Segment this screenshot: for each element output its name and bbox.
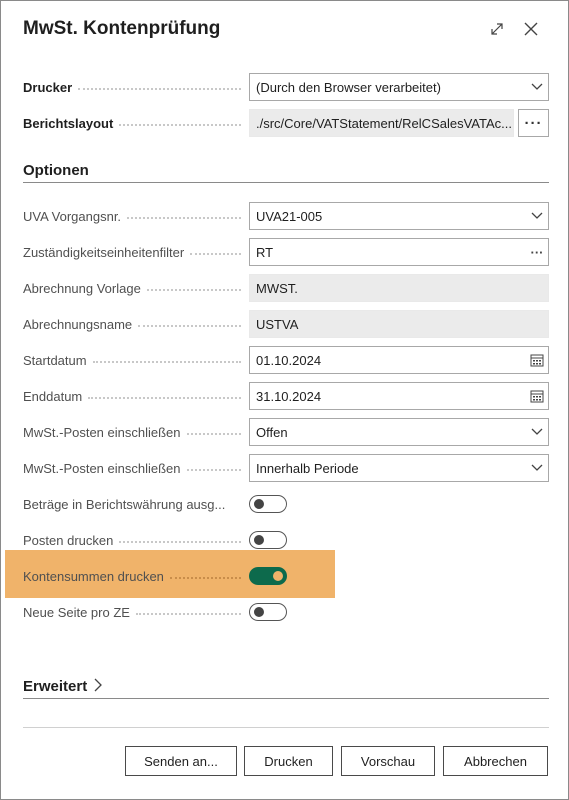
- end-date-input[interactable]: 31.10.2024: [249, 382, 549, 410]
- expand-icon[interactable]: [485, 17, 509, 41]
- statement-template-value: MWST.: [256, 280, 298, 296]
- footer-divider: [23, 727, 549, 728]
- uva-row: UVA Vorgangsnr. UVA21-005: [23, 202, 549, 230]
- printer-select[interactable]: (Durch den Browser verarbeitet): [249, 73, 549, 101]
- chevron-down-icon: [526, 455, 548, 481]
- preview-button[interactable]: Vorschau: [341, 746, 435, 776]
- statement-name-field: USTVA: [249, 310, 549, 338]
- cancel-button[interactable]: Abbrechen: [443, 746, 548, 776]
- end-date-label: Enddatum: [23, 382, 245, 410]
- chevron-down-icon: [526, 74, 548, 100]
- printer-label: Drucker: [23, 73, 245, 101]
- start-date-row: Startdatum 01.10.2024: [23, 346, 549, 374]
- print-account-totals-label: Kontensummen drucken: [23, 562, 245, 590]
- section-advanced-divider: [23, 698, 549, 699]
- printer-row: Drucker (Durch den Browser verarbeitet): [23, 73, 549, 101]
- report-layout-field: ./src/Core/VATStatement/RelCSalesVATAc..…: [249, 109, 514, 137]
- vat-entries-status-row: MwSt.-Posten einschließen Offen: [23, 418, 549, 446]
- vat-entries-period-label: MwSt.-Posten einschließen: [23, 454, 245, 482]
- uva-value: UVA21-005: [256, 208, 323, 224]
- report-layout-value: ./src/Core/VATStatement/RelCSalesVATAc..…: [256, 115, 512, 131]
- vat-entries-status-label: MwSt.-Posten einschließen: [23, 418, 245, 446]
- toggle-knob: [254, 535, 264, 545]
- ellipsis-icon[interactable]: ···: [526, 239, 548, 265]
- section-advanced-title: Erweitert: [23, 678, 88, 695]
- toggle-knob: [273, 571, 283, 581]
- uva-label: UVA Vorgangsnr.: [23, 202, 245, 230]
- statement-name-value: USTVA: [256, 316, 299, 332]
- toggle-knob: [254, 499, 264, 509]
- amounts-reporting-currency-toggle[interactable]: [249, 495, 287, 513]
- report-request-dialog: MwSt. Kontenprüfung Drucker (Durch den B…: [0, 0, 569, 800]
- amounts-reporting-currency-label: Beträge in Berichtswährung ausg...: [23, 496, 226, 512]
- jurisdiction-value: RT: [256, 244, 274, 260]
- jurisdiction-input[interactable]: RT ···: [249, 238, 549, 266]
- new-page-per-unit-toggle[interactable]: [249, 603, 287, 621]
- print-account-totals-toggle[interactable]: [249, 567, 287, 585]
- statement-name-label: Abrechnungsname: [23, 310, 245, 338]
- chevron-down-icon: [526, 419, 548, 445]
- report-layout-more-button[interactable]: ···: [518, 109, 549, 137]
- dialog-title: MwSt. Kontenprüfung: [23, 18, 221, 39]
- start-date-value: 01.10.2024: [256, 352, 322, 368]
- chevron-right-icon: [93, 678, 103, 696]
- print-entries-toggle[interactable]: [249, 531, 287, 549]
- calendar-icon[interactable]: [526, 347, 548, 373]
- print-button[interactable]: Drucken: [244, 746, 333, 776]
- start-date-label: Startdatum: [23, 346, 245, 374]
- close-icon[interactable]: [519, 17, 543, 41]
- section-options[interactable]: Optionen: [23, 162, 549, 179]
- end-date-row: Enddatum 31.10.2024: [23, 382, 549, 410]
- toggle-knob: [254, 607, 264, 617]
- calendar-icon[interactable]: [526, 383, 548, 409]
- statement-template-label: Abrechnung Vorlage: [23, 274, 245, 302]
- statement-template-row: Abrechnung Vorlage MWST.: [23, 274, 549, 302]
- vat-entries-status-value: Offen: [256, 424, 288, 440]
- new-page-per-unit-row: Neue Seite pro ZE: [23, 598, 549, 626]
- start-date-input[interactable]: 01.10.2024: [249, 346, 549, 374]
- section-options-divider: [23, 182, 549, 183]
- report-layout-row: Berichtslayout ./src/Core/VATStatement/R…: [23, 109, 549, 137]
- statement-name-row: Abrechnungsname USTVA: [23, 310, 549, 338]
- jurisdiction-label: Zuständigkeitseinheitenfilter: [23, 238, 245, 266]
- printer-value: (Durch den Browser verarbeitet): [256, 79, 441, 95]
- vat-entries-period-row: MwSt.-Posten einschließen Innerhalb Peri…: [23, 454, 549, 482]
- vat-entries-period-select[interactable]: Innerhalb Periode: [249, 454, 549, 482]
- end-date-value: 31.10.2024: [256, 388, 322, 404]
- vat-entries-period-value: Innerhalb Periode: [256, 460, 359, 476]
- statement-template-field: MWST.: [249, 274, 549, 302]
- new-page-per-unit-label: Neue Seite pro ZE: [23, 598, 245, 626]
- amounts-reporting-currency-row: Beträge in Berichtswährung ausg...: [23, 490, 549, 518]
- report-layout-label: Berichtslayout: [23, 109, 245, 137]
- chevron-down-icon: [526, 203, 548, 229]
- send-to-button[interactable]: Senden an...: [125, 746, 237, 776]
- vat-entries-status-select[interactable]: Offen: [249, 418, 549, 446]
- print-account-totals-row: Kontensummen drucken: [23, 562, 549, 590]
- uva-select[interactable]: UVA21-005: [249, 202, 549, 230]
- section-advanced[interactable]: Erweitert: [23, 678, 549, 696]
- jurisdiction-row: Zuständigkeitseinheitenfilter RT ···: [23, 238, 549, 266]
